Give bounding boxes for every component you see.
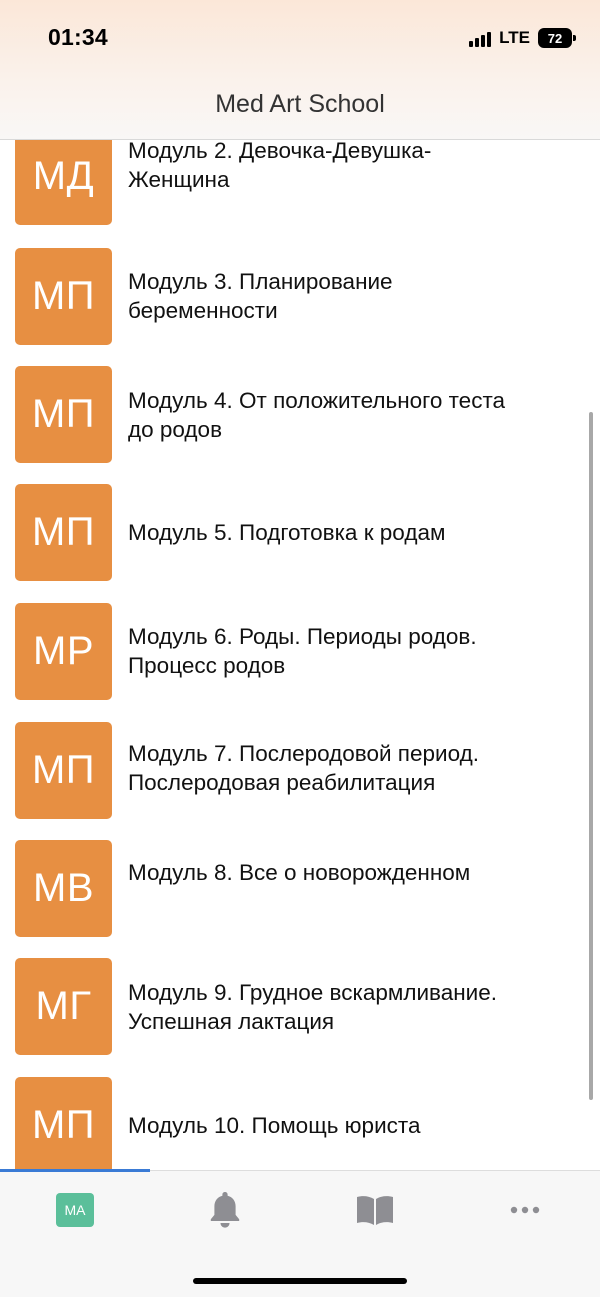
module-avatar: МГ	[15, 958, 112, 1055]
home-indicator[interactable]	[193, 1278, 407, 1284]
module-avatar: МП	[15, 248, 112, 345]
module-title: Модуль 10. Помощь юриста	[128, 1113, 421, 1138]
tab-more[interactable]	[450, 1189, 600, 1231]
module-avatar: МД	[15, 140, 112, 225]
module-avatar: МР	[15, 603, 112, 700]
module-list[interactable]: МД Модуль 2. Девочка-Девушка- Женщина МП …	[0, 140, 600, 1170]
module-title: Модуль 8. Все о новорожденном	[128, 860, 471, 885]
tab-courses[interactable]	[300, 1189, 450, 1231]
module-avatar: МП	[15, 484, 112, 581]
module-item-2[interactable]: МД Модуль 2. Девочка-Девушка- Женщина	[0, 140, 600, 226]
signal-icon	[469, 29, 492, 47]
more-icon	[510, 1206, 540, 1214]
module-title: Модуль 6. Роды. Периоды родов. Процесс ро…	[128, 624, 477, 678]
active-tab-indicator	[0, 1169, 150, 1172]
battery-level: 72	[547, 30, 563, 46]
battery-icon: 72	[538, 28, 576, 48]
module-avatar: МП	[15, 366, 112, 463]
tab-home[interactable]: MA	[0, 1189, 150, 1231]
module-title: Модуль 5. Подготовка к родам	[128, 520, 446, 545]
status-indicators: LTE 72	[469, 26, 576, 50]
screen: 01:34 LTE 72 Med Art School МД Модуль 2.…	[0, 0, 600, 1297]
module-item-10[interactable]: МП Модуль 10. Помощь юриста	[0, 1077, 600, 1170]
module-avatar: МП	[15, 722, 112, 819]
book-icon	[357, 1196, 393, 1225]
module-item-8[interactable]: МВ Модуль 8. Все о новорожденном	[0, 840, 600, 938]
module-item-3[interactable]: МП Модуль 3. Планирование беременности	[0, 248, 600, 346]
home-badge-icon: MA	[56, 1193, 94, 1227]
module-item-4[interactable]: МП Модуль 4. От положительного теста до р…	[0, 366, 600, 464]
module-item-6[interactable]: МР Модуль 6. Роды. Периоды родов. Процесс…	[0, 603, 600, 701]
module-title: Модуль 4. От положительного теста до родо…	[128, 388, 506, 442]
status-time: 01:34	[48, 24, 108, 50]
module-title: Модуль 3. Планирование беременности	[128, 269, 393, 323]
module-item-9[interactable]: МГ Модуль 9. Грудное вскармливание. Успеш…	[0, 958, 600, 1056]
module-title: Модуль 9. Грудное вскармливание. Успешная…	[128, 980, 497, 1034]
scrollbar[interactable]	[589, 412, 593, 1100]
module-item-7[interactable]: МП Модуль 7. Послеродовой период. Послеро…	[0, 722, 600, 820]
module-title: Модуль 2. Девочка-Девушка- Женщина	[128, 140, 432, 192]
bell-icon	[210, 1192, 240, 1228]
module-item-5[interactable]: МП Модуль 5. Подготовка к родам	[0, 484, 600, 582]
page-title: Med Art School	[215, 90, 385, 118]
module-avatar: МВ	[15, 840, 112, 937]
module-avatar: МП	[15, 1077, 112, 1170]
top-bar: 01:34 LTE 72 Med Art School	[0, 0, 600, 140]
module-title: Модуль 7. Послеродовой период. Послеродов…	[128, 741, 479, 795]
tab-notifications[interactable]	[150, 1189, 300, 1231]
network-label: LTE	[499, 28, 530, 47]
